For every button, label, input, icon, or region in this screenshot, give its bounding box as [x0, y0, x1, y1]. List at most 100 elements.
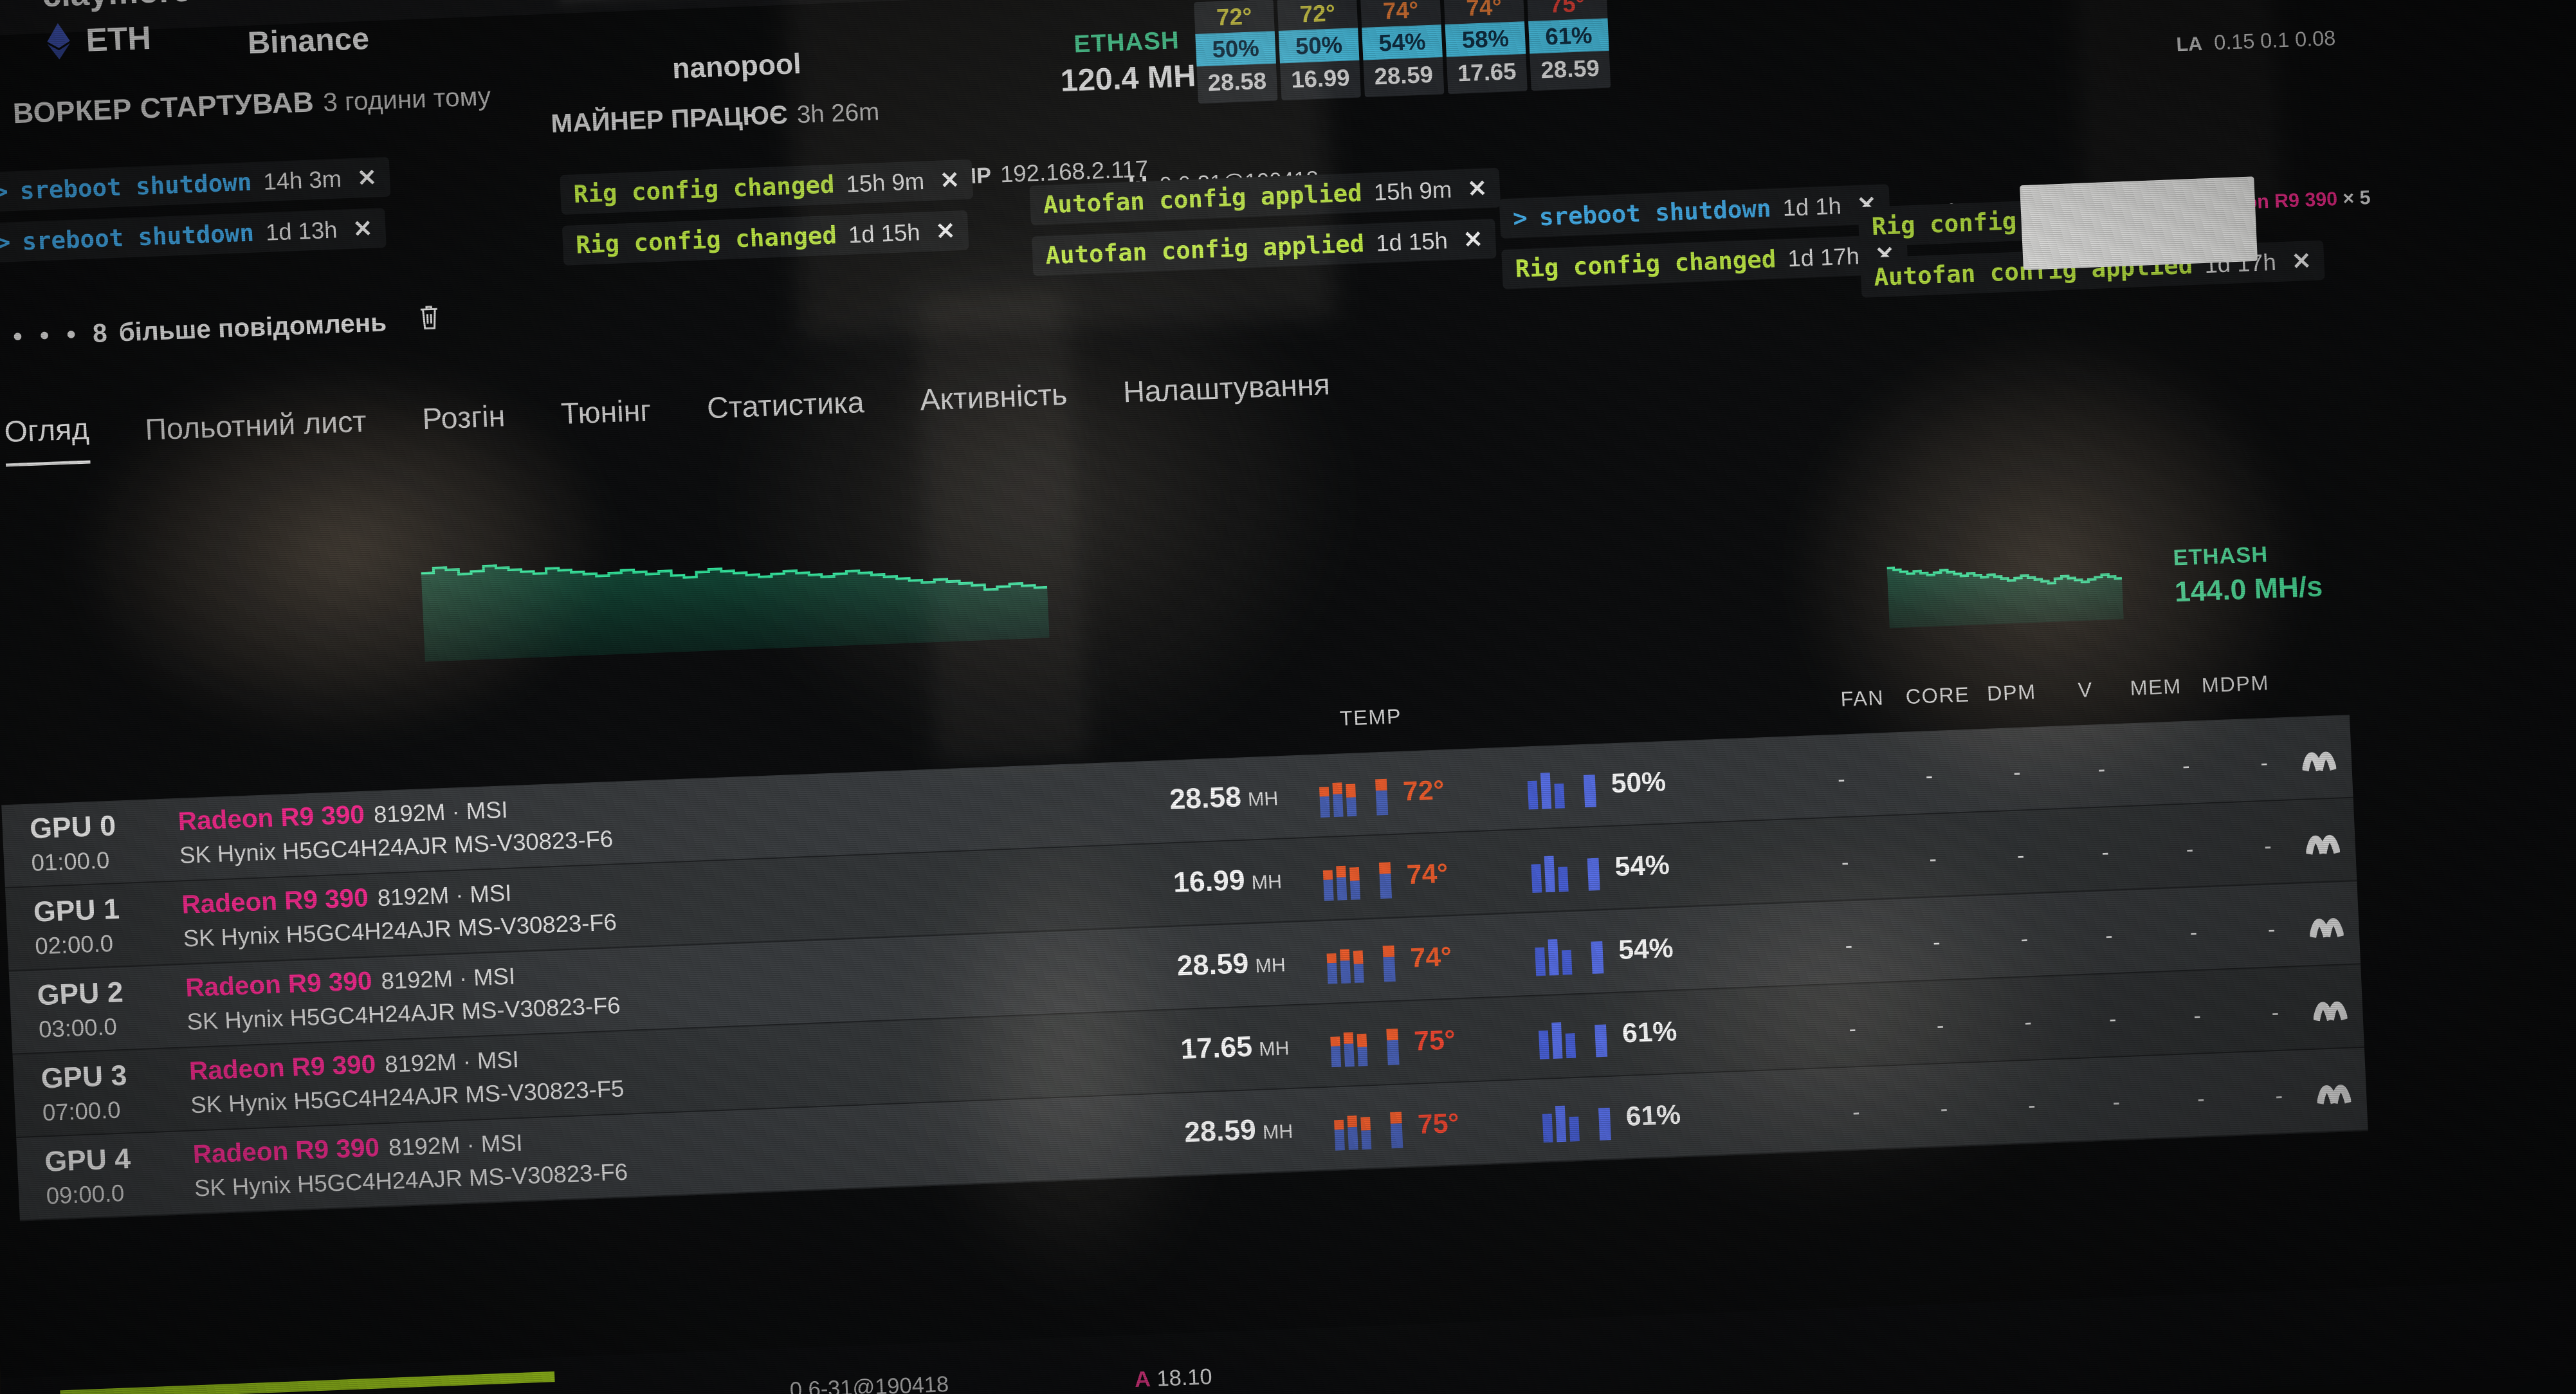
alert-message: sreboot shutdown [1539, 194, 1772, 232]
gpu-fan-value: 50% [1610, 766, 1667, 799]
gpu-metric-empty: - [2189, 920, 2198, 946]
gpu-info: Radeon R9 390 8192M · MSI SK Hynix H5GC4H2… [185, 957, 621, 1036]
gpu-activity-icon[interactable] [2308, 908, 2344, 943]
gpu-temp-value: 75° [1417, 1107, 1460, 1140]
gpu-mini-temp: 75° [1549, 0, 1586, 18]
alert-prompt-icon: > [0, 177, 9, 206]
alert-time: 15h 9m [1373, 176, 1453, 206]
gpu-mini-card[interactable]: 74° 58% 17.65 [1443, 0, 1528, 95]
miner-name[interactable]: claymore [41, 0, 192, 15]
gpu-identity: GPU 1 02:00.0 [33, 890, 192, 960]
fan-bar-icon [1585, 926, 1609, 976]
gpu-memory: 8192M · MSI [384, 1045, 520, 1078]
gpu-temperature: 75° [1327, 1015, 1456, 1069]
gpu-mini-hash: 28.59 [1540, 54, 1600, 84]
temp-sparkline-icon [1316, 769, 1361, 820]
gpu-index: GPU 2 [36, 976, 124, 1012]
gpu-activity-icon[interactable] [2312, 991, 2348, 1027]
more-messages-count: 8 [92, 318, 108, 348]
exchange-name: Binance [246, 21, 370, 61]
alert-item[interactable]: Rig config changed 1d 17h ✕ [1501, 234, 1909, 289]
gpu-hashrate-unit: MH [1247, 787, 1279, 811]
gpu-metric-empty: - [2108, 1006, 2117, 1032]
temp-bar-icon [1369, 767, 1394, 818]
gpu-bus-id: 07:00.0 [42, 1096, 122, 1126]
gpu-fan: 50% [1524, 757, 1667, 811]
gpu-activity-icon[interactable] [2301, 742, 2337, 777]
gpu-model: Radeon R9 390 [181, 883, 369, 919]
gpu-temp-value: 75° [1413, 1024, 1456, 1056]
gpu-index: GPU 0 [29, 809, 117, 845]
alert-item[interactable]: > sreboot shutdown 1d 13h ✕ [0, 208, 387, 263]
temp-bar-icon [1373, 850, 1398, 901]
gpu-hashrate-unit: MH [1254, 954, 1286, 977]
alert-time: 1d 17h [1787, 242, 1860, 272]
gpu-mini-hash: 17.65 [1457, 57, 1517, 87]
monitor-screen: Can I boot...vovanvua 12...A poor man's … [0, 0, 2576, 1394]
gpu-bus-id: 01:00.0 [30, 846, 111, 877]
alert-message: sreboot shutdown [21, 219, 255, 256]
more-dots: • • • [12, 319, 82, 351]
photo-of-monitor: Can I boot...vovanvua 12...A poor man's … [0, 0, 2576, 1394]
worker-uptime: ВОРКЕР СТАРТУВАВ 3 години тому [12, 79, 491, 130]
fan-sparkline-icon [1539, 1094, 1584, 1144]
gpu-metric-empty: - [2016, 843, 2025, 868]
gpu-hashrate-unit: MH [1258, 1038, 1290, 1061]
alert-dismiss-icon[interactable]: ✕ [352, 215, 373, 243]
alert-item[interactable]: > sreboot shutdown 14h 3m ✕ [0, 156, 391, 213]
gpu-metric-empty: - [2263, 834, 2272, 859]
gpu-hashrate-value: 28.58 [1169, 780, 1242, 816]
fan-bar-icon [1593, 1092, 1617, 1142]
gpu-memory: 8192M · MSI [373, 796, 509, 828]
bottom-version: 0.6-31@190418 [789, 1371, 949, 1394]
trash-icon[interactable] [416, 303, 443, 339]
temp-bar-icon [1380, 1017, 1405, 1067]
gpu-metric-empty: - [2267, 917, 2276, 942]
temp-sparkline-icon [1327, 1018, 1372, 1069]
gpu-identity: GPU 3 07:00.0 [41, 1057, 199, 1126]
gpu-info: Radeon R9 390 8192M · MSI SK Hynix H5GC4H2… [181, 874, 617, 953]
tab-3[interactable]: Тюнінг [560, 392, 652, 445]
gpu-identity: GPU 2 03:00.0 [37, 973, 196, 1043]
gpu-mini-fan: 61% [1528, 18, 1609, 54]
gpu-mini-hash: 28.59 [1373, 60, 1434, 90]
worker-uptime-value: 3 години тому [322, 82, 491, 117]
temp-sparkline-icon [1331, 1101, 1376, 1152]
fan-sparkline-icon [1535, 1010, 1580, 1061]
gpu-activity-icon[interactable] [2305, 825, 2341, 860]
gpu-metric-empty: - [2193, 1003, 2202, 1029]
gpu-memory: 8192M · MSI [380, 962, 516, 995]
gpu-hashrate: 28.58 MH [1095, 780, 1279, 819]
accepted-shares: A 160 [357, 0, 446, 3]
fan-sparkline-icon [1531, 927, 1576, 978]
fan-bar-icon [1578, 759, 1602, 809]
gpu-mini-fan: 54% [1362, 24, 1443, 60]
fan-bar-icon [1589, 1009, 1613, 1059]
coin-symbol: ETH [85, 19, 152, 59]
gpu-temp-value: 74° [1409, 940, 1453, 973]
gpu-mini-card[interactable]: 75° 61% 28.59 [1526, 0, 1611, 91]
gpu-temp-value: 74° [1405, 857, 1449, 890]
miner-percent: 100% [230, 0, 318, 8]
gpu-identity: GPU 0 01:00.0 [29, 807, 188, 877]
alert-time: 1d 13h [265, 216, 338, 246]
gpu-metric-empty: - [2101, 839, 2110, 865]
alert-item[interactable]: > sreboot shutdown 1d 1h ✕ [1499, 183, 1891, 239]
alert-dismiss-icon[interactable]: ✕ [1467, 175, 1488, 203]
gpu-hashrate-unit: MH [1251, 871, 1283, 894]
gpu-info: Radeon R9 390 8192M · MSI SK Hynix H5GC4H2… [188, 1040, 625, 1119]
temp-sparkline-icon [1324, 935, 1369, 986]
gpu-model: Radeon R9 390 [185, 966, 373, 1003]
gpu-metric-empty: - [2105, 923, 2114, 949]
tab-0[interactable]: Огляд [3, 410, 91, 467]
gpu-index: GPU 4 [44, 1142, 132, 1178]
gpu-mini-card[interactable]: 74° 54% 28.59 [1360, 0, 1445, 97]
alert-dismiss-icon[interactable]: ✕ [2291, 247, 2312, 275]
fan-sparkline-icon [1528, 844, 1573, 895]
gpu-index: GPU 3 [40, 1059, 128, 1095]
alert-dismiss-icon[interactable]: ✕ [1463, 226, 1483, 254]
gpu-memory: 8192M · MSI [376, 879, 513, 912]
gpu-activity-icon[interactable] [2316, 1074, 2352, 1110]
alert-time: 14h 3m [262, 165, 342, 196]
alert-dismiss-icon[interactable]: ✕ [356, 164, 377, 192]
